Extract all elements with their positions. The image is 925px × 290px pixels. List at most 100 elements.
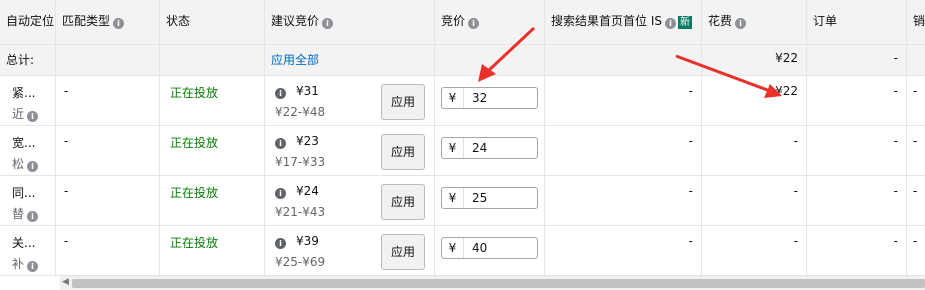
table-row: 宽... 松i - 正在投放 i ¥23 ¥17-¥33 应用 ¥24 - - -… <box>0 126 925 176</box>
targeting-cell: 同... 替i <box>0 176 56 225</box>
targeting-label-2: 松 <box>12 157 25 171</box>
spend-cell: - <box>702 176 807 225</box>
status-cell: 正在投放 <box>160 226 265 275</box>
cut-off-cell: - <box>913 134 918 148</box>
bid-input[interactable]: ¥40 <box>441 237 538 259</box>
cut-off-cell: - <box>913 184 918 198</box>
status-label: 正在投放 <box>170 236 219 250</box>
suggested-bid-value: ¥23 <box>296 134 319 148</box>
apply-button[interactable]: 应用 <box>381 184 425 220</box>
apply-button[interactable]: 应用 <box>381 84 425 120</box>
orders-cell: - <box>807 76 907 125</box>
bid-cell: ¥40 <box>435 226 545 275</box>
bid-input[interactable]: ¥24 <box>441 137 538 159</box>
apply-all-link[interactable]: 应用全部 <box>271 53 319 67</box>
summary-empty <box>907 45 925 75</box>
apply-button[interactable]: 应用 <box>381 234 425 270</box>
suggested-bid-range: ¥25-¥69 <box>275 255 326 269</box>
bid-input[interactable]: ¥32 <box>441 87 538 109</box>
status-label: 正在投放 <box>170 136 219 150</box>
targeting-cell: 紧... 近i <box>0 76 56 125</box>
match-type-cell: - <box>56 176 160 225</box>
bid-cell: ¥24 <box>435 126 545 175</box>
info-icon[interactable]: i <box>27 261 39 272</box>
bid-value[interactable]: 32 <box>472 88 487 108</box>
header-status[interactable]: 状态 <box>160 0 265 44</box>
summary-empty <box>545 45 702 75</box>
summary-apply-all-cell: 应用全部 <box>265 45 435 75</box>
targeting-label-2: 替 <box>12 207 25 221</box>
summary-empty <box>56 45 160 75</box>
header-targeting[interactable]: 自动定位 <box>0 0 56 44</box>
new-badge: 新 <box>677 16 692 29</box>
header-cut-off[interactable]: 销 <box>907 0 925 44</box>
info-icon[interactable]: i <box>468 18 480 29</box>
top-of-search-cell: - <box>545 126 702 175</box>
info-icon[interactable]: i <box>322 18 334 29</box>
summary-spend: ¥22 <box>702 45 807 75</box>
targeting-cell: 关... 补i <box>0 226 56 275</box>
status-label: 正在投放 <box>170 186 219 200</box>
table-row: 紧... 近i - 正在投放 i ¥31 ¥22-¥48 应用 ¥32 - ¥22… <box>0 76 925 126</box>
currency-symbol: ¥ <box>442 188 464 208</box>
targeting-label-2: 近 <box>12 107 25 121</box>
bid-value[interactable]: 25 <box>472 188 487 208</box>
scroll-left-arrow-icon[interactable]: ◀ <box>62 277 69 287</box>
info-icon[interactable]: i <box>27 211 39 222</box>
top-of-search-cell: - <box>545 226 702 275</box>
currency-symbol: ¥ <box>442 88 464 108</box>
suggested-bid-range: ¥21-¥43 <box>275 205 326 219</box>
suggested-bid-value: ¥39 <box>296 234 319 248</box>
bid-value[interactable]: 40 <box>472 238 487 258</box>
header-spend[interactable]: 花费 i <box>702 0 807 44</box>
suggested-bid-range: ¥22-¥48 <box>275 105 326 119</box>
header-orders[interactable]: 订单 <box>807 0 907 44</box>
table-row: 关... 补i - 正在投放 i ¥39 ¥25-¥69 应用 ¥40 - - -… <box>0 226 925 276</box>
bid-input[interactable]: ¥25 <box>441 187 538 209</box>
info-icon[interactable]: i <box>275 188 286 199</box>
header-bid[interactable]: 竞价 i <box>435 0 545 44</box>
targeting-cell: 宽... 松i <box>0 126 56 175</box>
top-of-search-cell: - <box>545 176 702 225</box>
header-match-type[interactable]: 匹配类型 i <box>56 0 160 44</box>
bid-value[interactable]: 24 <box>472 138 487 158</box>
table-row: 同... 替i - 正在投放 i ¥24 ¥21-¥43 应用 ¥25 - - -… <box>0 176 925 226</box>
spend-cell: - <box>702 226 807 275</box>
apply-button[interactable]: 应用 <box>381 134 425 170</box>
header-top-of-search-is[interactable]: 搜索结果首页首位 IS i 新 <box>545 0 702 44</box>
info-icon[interactable]: i <box>27 111 39 122</box>
suggested-bid-range: ¥17-¥33 <box>275 155 326 169</box>
suggested-bid-value: ¥31 <box>296 84 319 98</box>
info-icon[interactable]: i <box>275 138 286 149</box>
suggested-bid-cell: i ¥23 ¥17-¥33 应用 <box>265 126 435 175</box>
info-icon[interactable]: i <box>275 238 286 249</box>
status-cell: 正在投放 <box>160 176 265 225</box>
summary-label: 总计: <box>0 45 56 75</box>
cut-off-cell: - <box>913 84 918 98</box>
suggested-bid-value: ¥24 <box>296 184 319 198</box>
orders-cell: - <box>807 126 907 175</box>
targeting-label: 同... <box>12 186 36 200</box>
status-label: 正在投放 <box>170 86 219 100</box>
targeting-label: 宽... <box>12 136 36 150</box>
info-icon[interactable]: i <box>735 18 747 29</box>
cut-off-cell: - <box>913 234 918 248</box>
summary-orders: - <box>807 45 907 75</box>
info-icon[interactable]: i <box>27 161 39 172</box>
suggested-bid-cell: i ¥39 ¥25-¥69 应用 <box>265 226 435 275</box>
targeting-label: 关... <box>12 236 36 250</box>
info-icon[interactable]: i <box>113 18 125 29</box>
match-type-cell: - <box>56 76 160 125</box>
horizontal-scrollbar[interactable]: ◀ <box>60 276 925 290</box>
top-of-search-cell: - <box>545 76 702 125</box>
scrollbar-thumb[interactable] <box>72 279 925 288</box>
header-suggested-bid[interactable]: 建议竞价 i <box>265 0 435 44</box>
summary-empty <box>160 45 265 75</box>
info-icon[interactable]: i <box>664 18 676 29</box>
orders-cell: - <box>807 176 907 225</box>
spend-cell: - <box>702 126 807 175</box>
status-cell: 正在投放 <box>160 126 265 175</box>
info-icon[interactable]: i <box>275 88 286 99</box>
targeting-label: 紧... <box>12 86 36 100</box>
suggested-bid-cell: i ¥24 ¥21-¥43 应用 <box>265 176 435 225</box>
